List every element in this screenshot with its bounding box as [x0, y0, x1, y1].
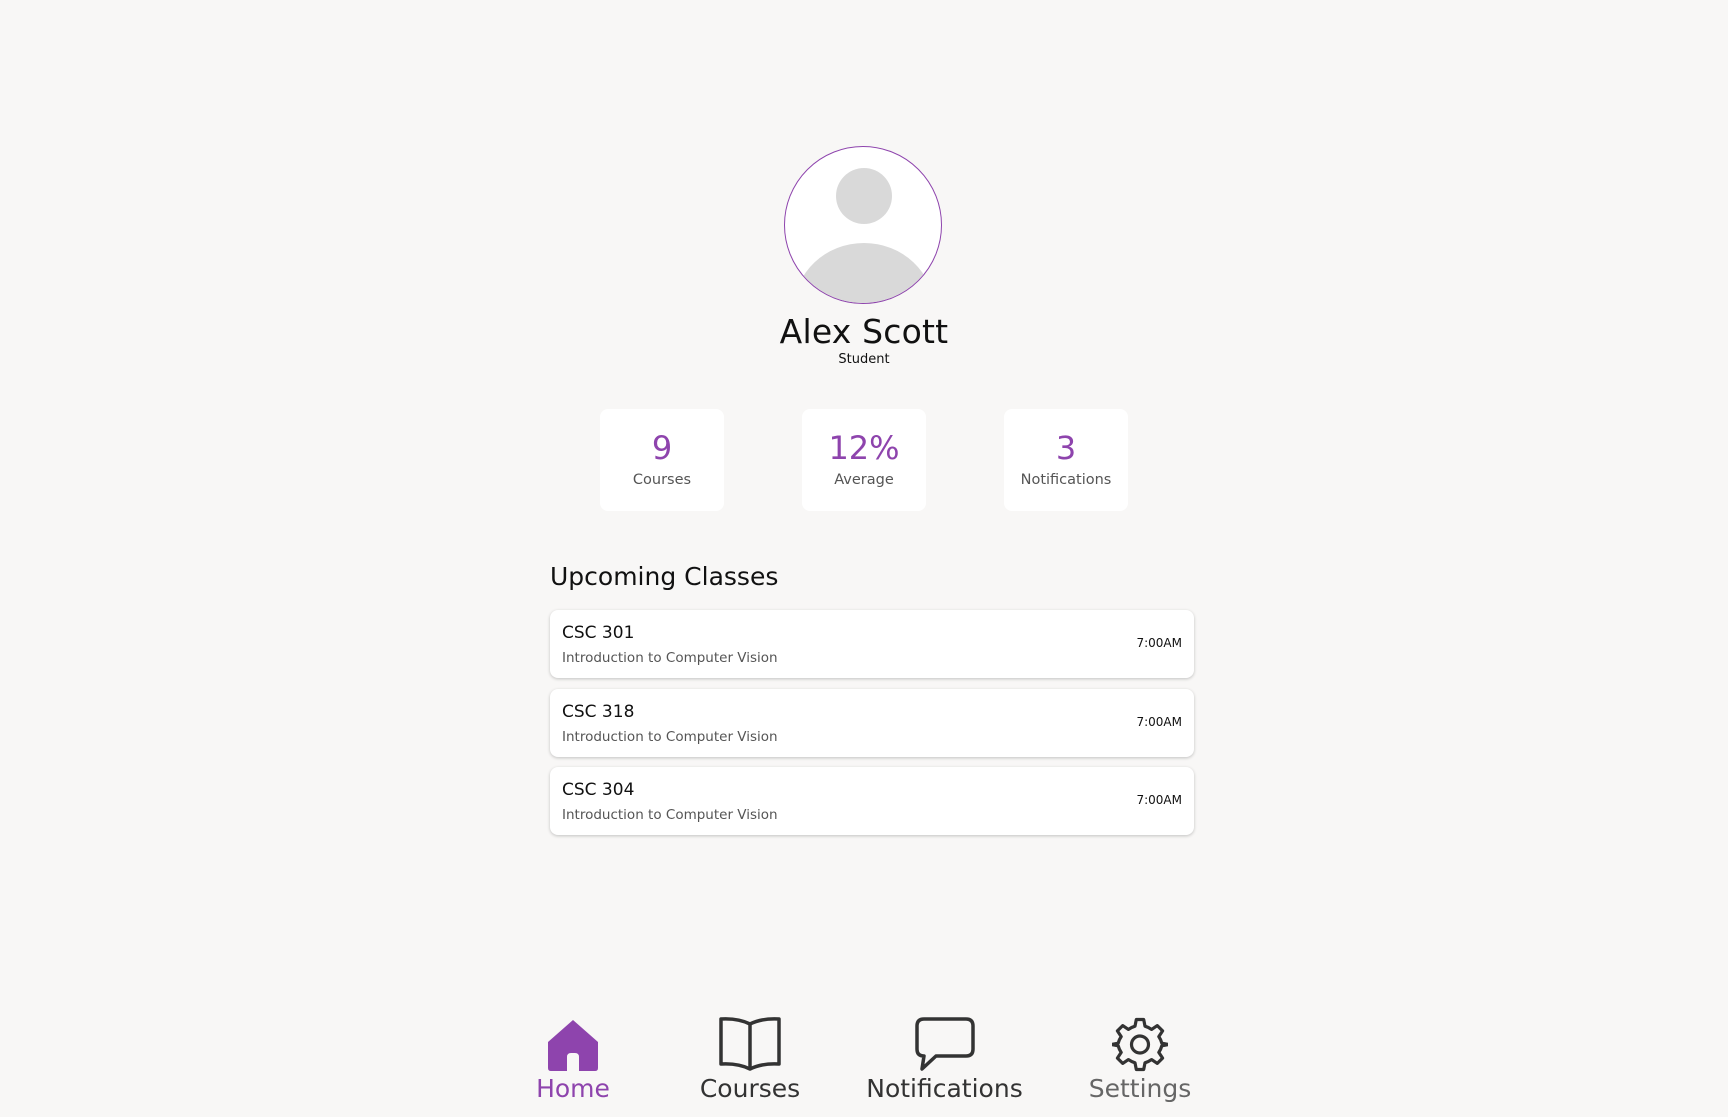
stat-label: Notifications	[1020, 472, 1112, 488]
gear-icon	[1112, 1017, 1168, 1072]
class-code: CSC 304	[562, 780, 635, 800]
stat-label: Average	[834, 472, 894, 488]
stat-value: 12%	[828, 429, 900, 467]
person-placeholder-icon	[794, 168, 934, 303]
book-icon	[719, 1017, 781, 1071]
profile-name: Alex Scott	[779, 312, 949, 351]
profile-page: Alex Scott Student 9 Courses 12% Average…	[0, 0, 1728, 1117]
class-time: 7:00AM	[1136, 793, 1182, 807]
profile-role: Student	[838, 352, 890, 367]
class-code: CSC 318	[562, 702, 635, 722]
home-icon	[548, 1020, 598, 1071]
stat-label: Courses	[632, 472, 692, 488]
class-description: Introduction to Computer Vision	[562, 729, 778, 745]
nav-label: Notifications	[866, 1074, 1023, 1103]
class-card[interactable]: CSC 301 Introduction to Computer Vision …	[550, 610, 1194, 678]
nav-label: Settings	[1088, 1074, 1192, 1103]
class-code: CSC 301	[562, 623, 635, 643]
upcoming-classes-title: Upcoming Classes	[550, 562, 779, 591]
class-card[interactable]: CSC 318 Introduction to Computer Vision …	[550, 689, 1194, 757]
avatar[interactable]	[784, 146, 942, 304]
stat-card-courses[interactable]: 9 Courses	[600, 409, 724, 511]
class-description: Introduction to Computer Vision	[562, 650, 778, 666]
stat-value: 9	[651, 429, 673, 467]
class-time: 7:00AM	[1136, 636, 1182, 650]
chat-bubble-icon	[914, 1017, 975, 1071]
stat-card-notifications[interactable]: 3 Notifications	[1004, 409, 1128, 511]
class-description: Introduction to Computer Vision	[562, 807, 778, 823]
class-card[interactable]: CSC 304 Introduction to Computer Vision …	[550, 767, 1194, 835]
stat-card-average[interactable]: 12% Average	[802, 409, 926, 511]
class-time: 7:00AM	[1136, 715, 1182, 729]
nav-label: Courses	[699, 1074, 801, 1103]
nav-label: Home	[536, 1074, 610, 1103]
stat-value: 3	[1055, 429, 1077, 467]
